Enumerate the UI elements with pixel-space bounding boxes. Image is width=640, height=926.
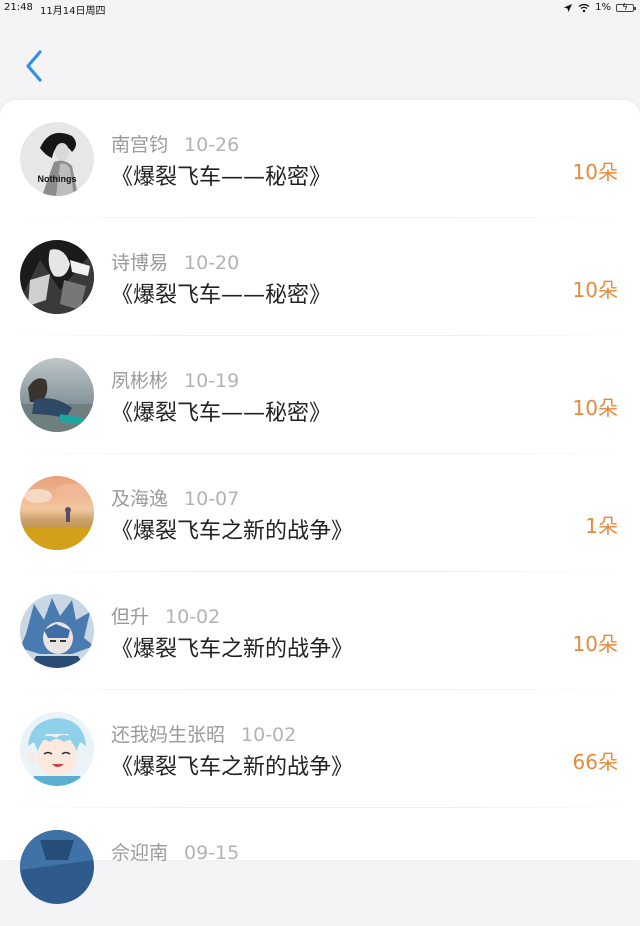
avatar	[20, 240, 94, 314]
gift-amount: 10朵	[572, 278, 618, 302]
nav-bar	[0, 16, 640, 98]
chevron-left-icon[interactable]	[20, 46, 50, 86]
work-title: 《爆裂飞车之新的战争》	[111, 755, 354, 780]
wifi-icon	[578, 3, 590, 12]
list-item[interactable]: 佘迎南 09-15	[0, 808, 640, 926]
work-title: 《爆裂飞车——秘密》	[111, 401, 332, 426]
avatar	[20, 830, 94, 904]
gift-date: 10-02	[241, 724, 297, 746]
list-item[interactable]: 还我妈生张昭 10-02 《爆裂飞车之新的战争》 66朵	[0, 690, 640, 808]
gift-date: 10-26	[184, 134, 240, 156]
status-indicators: 1% ϟ	[563, 2, 636, 13]
user-name: 南宫钧 10-26	[111, 134, 240, 156]
svg-text:Nothings: Nothings	[38, 174, 77, 184]
gift-date: 09-15	[184, 842, 240, 864]
gift-amount: 1朵	[585, 514, 618, 538]
work-title: 《爆裂飞车之新的战争》	[111, 637, 354, 662]
work-title: 《爆裂飞车——秘密》	[111, 283, 332, 308]
gift-amount: 10朵	[572, 396, 618, 420]
user-name: 夙彬彬 10-19	[111, 370, 240, 392]
avatar: Nothings	[20, 122, 94, 196]
user-name: 但升 10-02	[111, 606, 221, 628]
list-item[interactable]: 诗博易 10-20 《爆裂飞车——秘密》 10朵	[0, 218, 640, 336]
location-icon	[564, 3, 573, 12]
work-title: 《爆裂飞车之新的战争》	[111, 519, 354, 544]
gift-date: 10-20	[184, 252, 240, 274]
battery-percent: 1%	[595, 2, 611, 13]
gift-amount: 66朵	[572, 750, 618, 774]
gift-date: 10-19	[184, 370, 240, 392]
status-time: 21:48	[4, 2, 33, 13]
avatar	[20, 712, 94, 786]
gift-date: 10-07	[184, 488, 240, 510]
list-item[interactable]: 夙彬彬 10-19 《爆裂飞车——秘密》 10朵	[0, 336, 640, 454]
avatar	[20, 476, 94, 550]
list-item[interactable]: Nothings 南宫钧 10-26 《爆裂飞车——秘密》 10朵	[0, 100, 640, 218]
work-title: 《爆裂飞车——秘密》	[111, 165, 332, 190]
user-name: 及海逸 10-07	[111, 488, 240, 510]
list-item[interactable]: 及海逸 10-07 《爆裂飞车之新的战争》 1朵	[0, 454, 640, 572]
gift-amount: 10朵	[572, 632, 618, 656]
battery-icon: ϟ	[616, 3, 636, 13]
gift-list: Nothings 南宫钧 10-26 《爆裂飞车——秘密》 10朵 诗博易 10-2…	[0, 100, 640, 904]
status-date: 11月14日周四	[40, 6, 106, 17]
list-item[interactable]: 但升 10-02 《爆裂飞车之新的战争》 10朵	[0, 572, 640, 690]
user-name: 佘迎南 09-15	[111, 842, 240, 864]
avatar	[20, 594, 94, 668]
user-name: 还我妈生张昭 10-02	[111, 724, 297, 746]
avatar	[20, 358, 94, 432]
gift-date: 10-02	[165, 606, 221, 628]
user-name: 诗博易 10-20	[111, 252, 240, 274]
status-bar: 21:48 11月14日周四 1% ϟ	[0, 0, 640, 17]
gift-amount: 10朵	[572, 160, 618, 184]
